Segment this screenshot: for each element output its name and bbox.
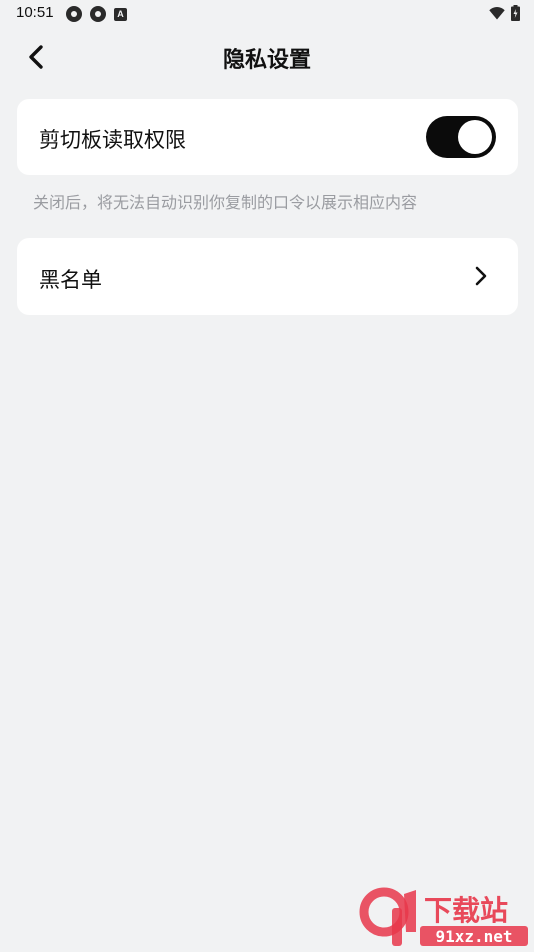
watermark-title: 下载站 (424, 894, 508, 927)
watermark-domain: 91xz.net (435, 927, 512, 946)
battery-icon (511, 5, 520, 21)
top-bar: 隐私设置 (0, 28, 534, 86)
watermark-logo: 下载站 91xz.net (358, 886, 530, 948)
app-notification-icon (66, 6, 82, 22)
toggle-knob (458, 120, 492, 154)
chevron-right-icon (475, 266, 487, 286)
status-notification-icons: A (66, 6, 127, 22)
a-icon: A (114, 7, 127, 21)
clipboard-permission-row: 剪切板读取权限 (17, 99, 518, 175)
status-system-icons (489, 5, 520, 21)
status-bar: 10:51 A (0, 0, 534, 28)
blacklist-row[interactable]: 黑名单 (17, 238, 518, 315)
blacklist-label: 黑名单 (39, 268, 102, 292)
clipboard-permission-label: 剪切板读取权限 (39, 128, 186, 152)
status-time: 10:51 (16, 4, 54, 21)
clipboard-permission-hint: 关闭后，将无法自动识别你复制的口令以展示相应内容 (33, 193, 418, 212)
wifi-icon (489, 6, 505, 19)
page-title: 隐私设置 (222, 48, 311, 73)
clipboard-permission-toggle[interactable] (426, 116, 496, 158)
app-notification-icon (90, 6, 106, 22)
